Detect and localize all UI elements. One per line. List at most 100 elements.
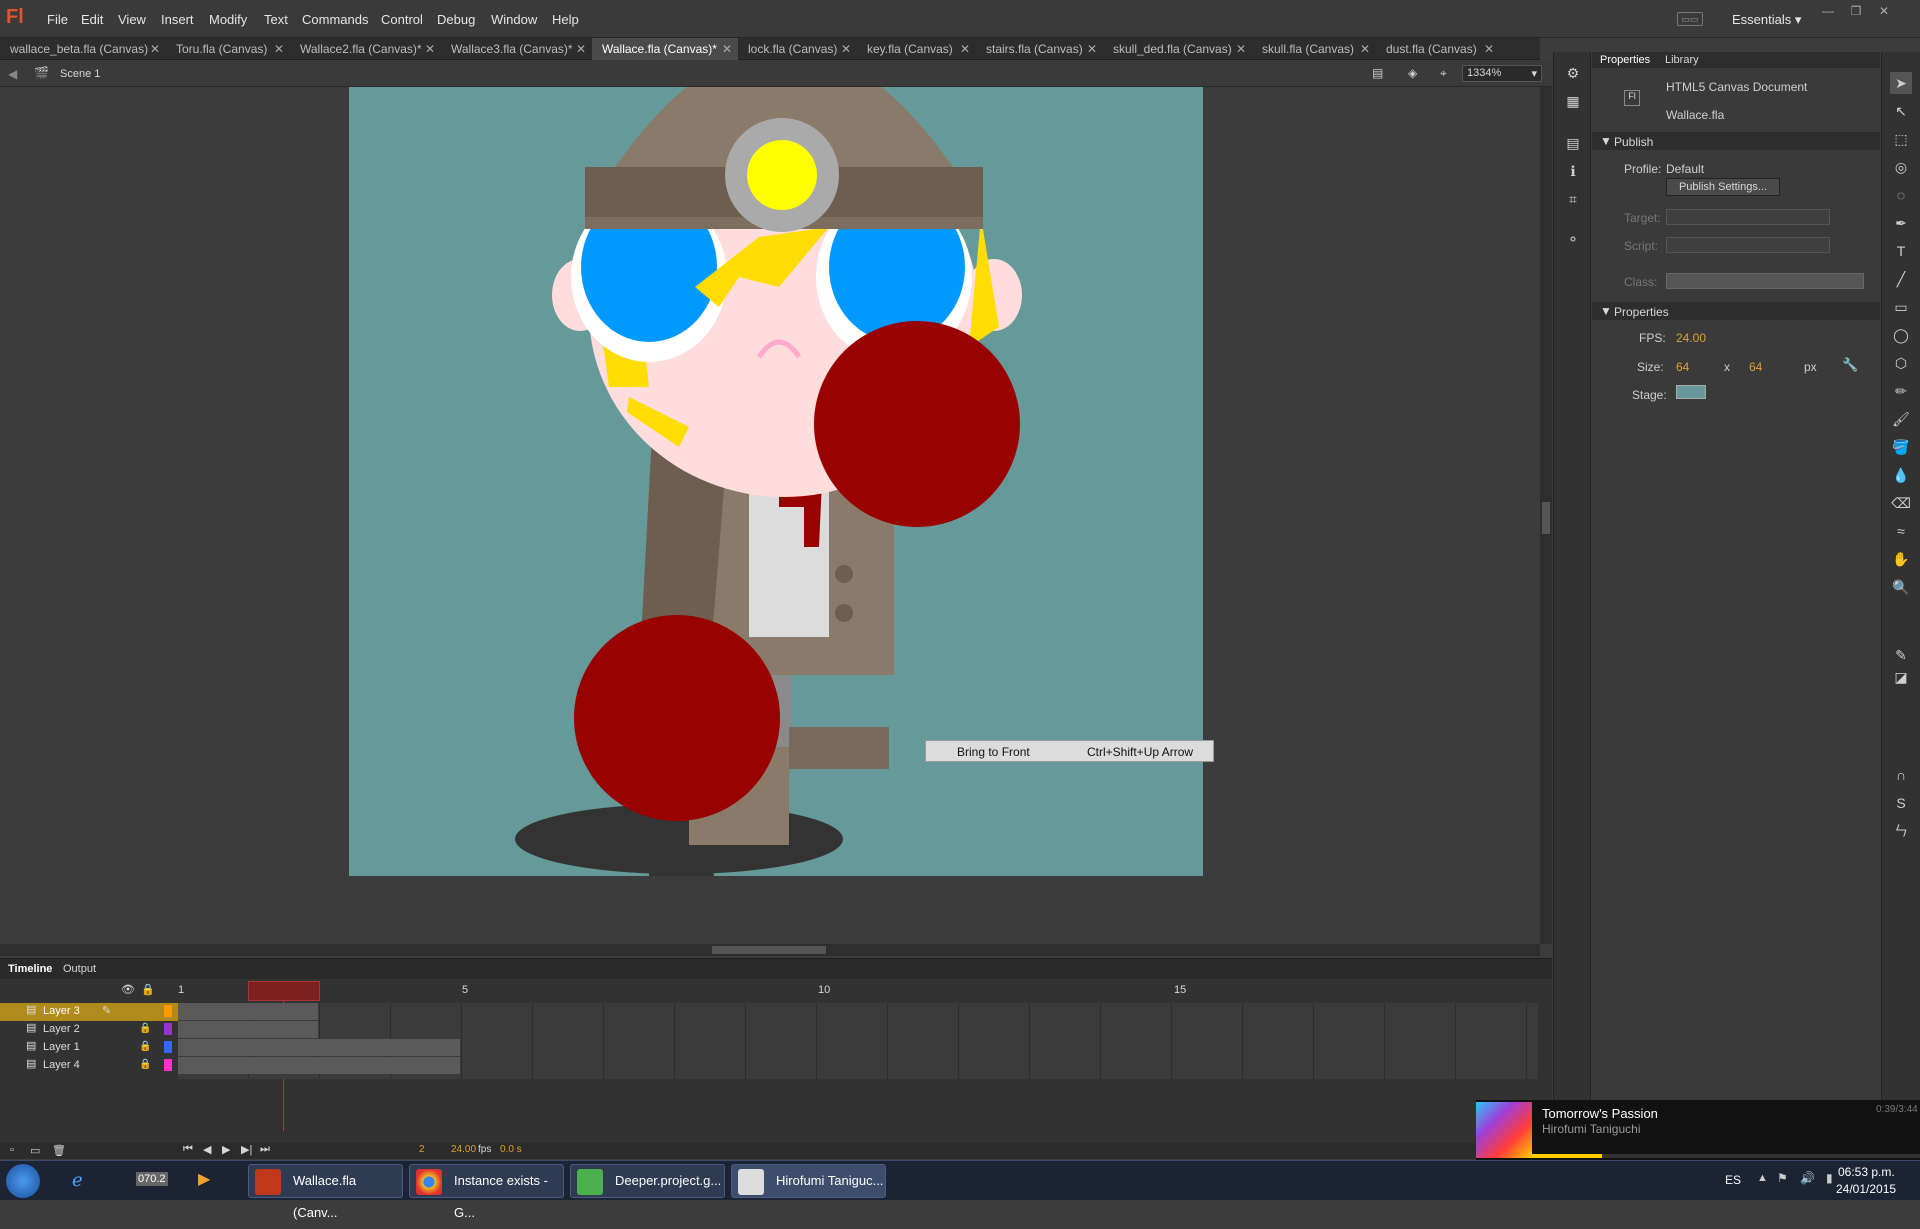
motion-editor-icon[interactable]: ⚙ xyxy=(1562,62,1584,84)
step-back-icon[interactable]: ◀ xyxy=(203,1143,211,1156)
3d-rotation-icon[interactable]: ◎ xyxy=(1890,156,1912,178)
clock-date[interactable]: 24/01/2015 xyxy=(1836,1182,1896,1196)
menu-help[interactable]: Help xyxy=(552,12,579,27)
frame-span[interactable] xyxy=(178,1039,460,1056)
tab-dust[interactable]: dust.fla (Canvas) ✕ xyxy=(1376,38,1500,60)
fill-color-icon[interactable]: ◪ xyxy=(1890,666,1912,688)
lock-icon[interactable]: 🔒 xyxy=(139,1041,151,1052)
menu-commands[interactable]: Commands xyxy=(302,12,368,27)
close-tab-icon[interactable]: ✕ xyxy=(841,38,851,60)
language-indicator[interactable]: ES xyxy=(1725,1173,1741,1187)
info-icon[interactable]: ℹ xyxy=(1562,160,1584,182)
last-frame-icon[interactable]: ⏭ xyxy=(260,1143,270,1156)
layer-row-3[interactable]: ▤ Layer 3 ✎ xyxy=(0,1003,178,1021)
action-center-icon[interactable]: ⚑ xyxy=(1777,1171,1788,1185)
close-tab-icon[interactable]: ✕ xyxy=(722,38,732,60)
internet-explorer-icon[interactable]: ℯ xyxy=(72,1170,83,1191)
layer-row-2[interactable]: ▤ Layer 2 🔒 xyxy=(0,1021,178,1039)
height-field[interactable]: 64 xyxy=(1749,360,1762,374)
playhead-box[interactable] xyxy=(248,981,320,1001)
lock-icon[interactable]: 🔒 xyxy=(139,1023,151,1034)
taskbar-chrome[interactable]: Instance exists - G... xyxy=(409,1164,564,1220)
context-menu-bring-to-front[interactable]: Bring to Front Ctrl+Shift+Up Arrow xyxy=(925,740,1214,762)
tab-properties[interactable]: Properties xyxy=(1600,54,1650,66)
fps-value[interactable]: 24.00 xyxy=(451,1144,476,1155)
fps-field[interactable]: 24.00 xyxy=(1676,331,1706,345)
close-tab-icon[interactable]: ✕ xyxy=(274,38,284,60)
menu-modify[interactable]: Modify xyxy=(209,12,247,27)
smooth-icon[interactable]: S xyxy=(1890,792,1912,814)
frame-span[interactable] xyxy=(178,1021,318,1038)
taskbar-gamemaker[interactable]: Deeper.project.g... xyxy=(570,1164,725,1198)
close-tab-icon[interactable]: ✕ xyxy=(150,38,160,60)
tab-toru[interactable]: Toru.fla (Canvas) ✕ xyxy=(166,38,290,60)
tab-wallace2[interactable]: Wallace2.fla (Canvas)* ✕ xyxy=(290,38,441,60)
subselection-tool-icon[interactable]: ↖ xyxy=(1890,100,1912,122)
selection-tool-icon[interactable]: ➤ xyxy=(1890,72,1912,94)
clock-time[interactable]: 06:53 p.m. xyxy=(1838,1165,1895,1179)
edit-scene-icon[interactable]: ▤ xyxy=(1372,66,1383,80)
eraser-icon[interactable]: ⌫ xyxy=(1890,492,1912,514)
start-button[interactable] xyxy=(6,1164,40,1198)
zoom-select[interactable]: 1334% ▾ xyxy=(1462,65,1542,82)
quick-launch-label[interactable]: 070.2 xyxy=(136,1172,168,1186)
tab-library[interactable]: Library xyxy=(1665,54,1699,66)
layer-color-swatch[interactable] xyxy=(164,1041,172,1053)
publish-section-header[interactable]: ▼ Publish xyxy=(1592,132,1880,150)
paint-bucket-icon[interactable]: 🪣 xyxy=(1890,436,1912,458)
lasso-icon[interactable]: ◌ xyxy=(1890,184,1912,206)
workspace-switcher[interactable]: Essentials ▾ xyxy=(1732,12,1801,28)
stroke-color-icon[interactable]: ✎ xyxy=(1890,644,1912,666)
back-arrow-icon[interactable]: ◀ xyxy=(8,67,17,81)
script-select[interactable] xyxy=(1666,237,1830,253)
tab-key[interactable]: key.fla (Canvas) ✕ xyxy=(857,38,976,60)
song-progress[interactable] xyxy=(1532,1154,1920,1158)
taskbar-music[interactable]: Hirofumi Taniguc... xyxy=(731,1164,886,1198)
horizontal-scrollbar[interactable] xyxy=(0,944,1540,956)
target-select[interactable] xyxy=(1666,209,1830,225)
class-field[interactable] xyxy=(1666,273,1864,289)
close-tab-icon[interactable]: ✕ xyxy=(1360,38,1370,60)
eyedropper-icon[interactable]: 💧 xyxy=(1890,464,1912,486)
tab-wallace-beta[interactable]: wallace_beta.fla (Canvas) ✕ xyxy=(0,38,166,60)
width-tool-icon[interactable]: ≈ xyxy=(1890,520,1912,542)
tab-wallace[interactable]: Wallace.fla (Canvas)* ✕ xyxy=(592,38,738,60)
lock-icon[interactable]: 🔒 xyxy=(141,983,155,996)
snap-magnet-icon[interactable]: ∩ xyxy=(1890,764,1912,786)
menu-edit[interactable]: Edit xyxy=(81,12,103,27)
close-button[interactable]: ✕ xyxy=(1874,4,1894,18)
color-icon[interactable]: ▤ xyxy=(1562,132,1584,154)
tab-stairs[interactable]: stairs.fla (Canvas) ✕ xyxy=(976,38,1103,60)
step-forward-icon[interactable]: ▶| xyxy=(241,1143,252,1156)
tab-wallace3[interactable]: Wallace3.fla (Canvas)* ✕ xyxy=(441,38,592,60)
layer-color-swatch[interactable] xyxy=(164,1023,172,1035)
rectangle-tool-icon[interactable]: ▭ xyxy=(1890,296,1912,318)
new-folder-icon[interactable]: ▭ xyxy=(30,1144,40,1157)
close-tab-icon[interactable]: ✕ xyxy=(1087,38,1097,60)
layer-color-swatch[interactable] xyxy=(164,1005,172,1017)
frame-span[interactable] xyxy=(178,1003,318,1020)
tab-skull-ded[interactable]: skull_ded.fla (Canvas) ✕ xyxy=(1103,38,1252,60)
align-icon[interactable]: ▦ xyxy=(1562,90,1584,112)
tab-timeline[interactable]: Timeline xyxy=(8,963,52,975)
scroll-thumb[interactable] xyxy=(712,946,826,954)
close-tab-icon[interactable]: ✕ xyxy=(425,38,435,60)
first-frame-icon[interactable]: ⏮ xyxy=(183,1143,193,1156)
lock-icon[interactable]: 🔒 xyxy=(139,1059,151,1070)
line-tool-icon[interactable]: ╱ xyxy=(1890,268,1912,290)
eye-icon[interactable]: 👁 xyxy=(121,983,135,996)
taskbar-flash[interactable]: Wallace.fla (Canv... xyxy=(248,1164,403,1220)
menu-insert[interactable]: Insert xyxy=(161,12,194,27)
tray-expand-icon[interactable]: ▲ xyxy=(1757,1172,1768,1184)
vertical-scrollbar[interactable] xyxy=(1540,87,1552,944)
oval-tool-icon[interactable]: ◯ xyxy=(1890,324,1912,346)
menu-text[interactable]: Text xyxy=(264,12,288,27)
components-icon[interactable]: ⚬ xyxy=(1562,228,1584,250)
current-frame[interactable]: 2 xyxy=(419,1144,425,1155)
free-transform-icon[interactable]: ⬚ xyxy=(1890,128,1912,150)
music-player-widget[interactable]: Tomorrow's Passion Hirofumi Taniguchi 0:… xyxy=(1476,1100,1920,1160)
volume-icon[interactable]: 🔊 xyxy=(1800,1171,1815,1185)
new-layer-icon[interactable]: ▫ xyxy=(10,1144,14,1156)
close-tab-icon[interactable]: ✕ xyxy=(576,38,586,60)
menu-file[interactable]: File xyxy=(47,12,68,27)
